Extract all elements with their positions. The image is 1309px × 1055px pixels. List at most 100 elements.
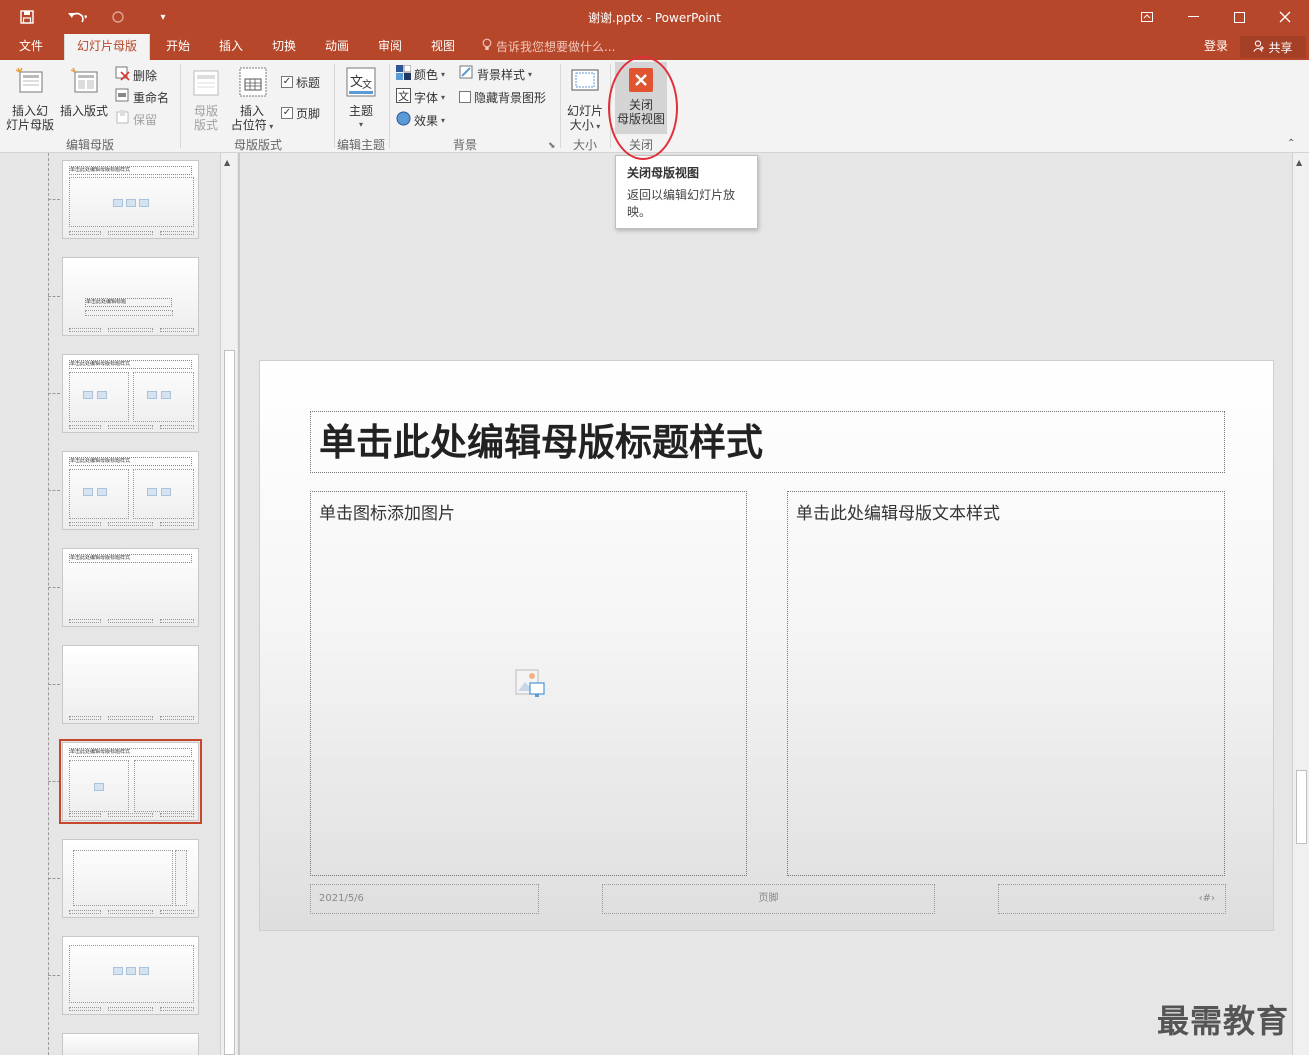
chart-icon [161, 488, 171, 496]
chart-icon [139, 967, 149, 975]
minimize-icon[interactable] [1170, 0, 1216, 34]
tab-slide-master[interactable]: 幻灯片母版 [64, 34, 150, 60]
layout-thumbnail[interactable]: 单击此处编辑母版标题样式 [62, 160, 199, 239]
insert-master-icon [6, 66, 54, 101]
thumbnail-footer [160, 813, 194, 817]
tooltip-title: 关闭母版视图 [627, 166, 700, 180]
insert-placeholder-button[interactable]: 插入 占位符 ▾ [228, 66, 276, 134]
thumbnail-footer [160, 619, 194, 623]
layout-thumbnail[interactable] [62, 936, 199, 1015]
pane-divider[interactable] [238, 153, 240, 1055]
thumbnail-footer [160, 522, 194, 526]
tab-view[interactable]: 视图 [423, 34, 463, 60]
dialog-launcher-icon[interactable]: ⬊ [548, 141, 556, 151]
tell-me-search[interactable]: 告诉我您想要做什么... [482, 34, 615, 60]
title-placeholder[interactable]: 单击此处编辑母版标题样式 [310, 411, 1225, 473]
layout-thumbnail-selected[interactable]: 单击此处编辑母版标题样式 [59, 739, 202, 824]
tab-insert[interactable]: 插入 [211, 34, 251, 60]
thumbnails-scrollbar[interactable]: ▲ [220, 153, 237, 1055]
save-icon[interactable] [14, 6, 40, 28]
date-placeholder[interactable]: 2021/5/6 [310, 884, 539, 914]
colors-button[interactable]: 颜色 ▾ [396, 64, 445, 83]
login-link[interactable]: 登录 [1204, 34, 1228, 58]
thumbnail-footer [108, 231, 153, 235]
master-layout-button[interactable]: 母版 版式 [186, 68, 226, 132]
layout-thumbnail[interactable]: 单击此处编辑母版标题样式 [62, 451, 199, 530]
layout-connector [48, 296, 60, 297]
delete-icon [115, 66, 130, 84]
themes-label: 主题 [348, 104, 373, 118]
chart-icon [113, 967, 123, 975]
tab-review[interactable]: 审阅 [370, 34, 410, 60]
thumbnail-footer [160, 425, 194, 429]
collapse-ribbon-icon[interactable]: ⌃ [1287, 138, 1295, 149]
effects-button[interactable]: 效果 ▾ [396, 111, 445, 129]
layout-thumbnail[interactable] [62, 645, 199, 724]
insert-placeholder-icon [228, 66, 276, 101]
scroll-up-icon[interactable]: ▲ [1296, 158, 1302, 167]
slide-size-label: 幻灯片 大小 ▾ [566, 104, 603, 132]
fonts-icon: 文 [396, 88, 411, 106]
rename-button[interactable]: 重命名 [115, 88, 169, 106]
redo-icon[interactable] [106, 6, 130, 28]
title-checkbox[interactable]: ✓ 标题 [281, 73, 320, 91]
layout-connector [48, 587, 60, 588]
layout-thumbnail[interactable]: 单击此处编辑标题 [62, 257, 199, 336]
thumbnail-footer [69, 716, 101, 720]
person-icon [1253, 39, 1265, 55]
close-master-view-tooltip: 关闭母版视图 返回以编辑幻灯片放映。 [615, 155, 758, 229]
tab-home[interactable]: 开始 [158, 34, 198, 60]
chart-icon [83, 391, 93, 399]
thumbnail-content [85, 310, 173, 316]
layout-thumbnail[interactable] [62, 839, 199, 918]
maximize-icon[interactable] [1216, 0, 1262, 34]
background-styles-button[interactable]: 背景样式 ▾ [459, 65, 532, 83]
themes-button[interactable]: 文文 主题 ▾ [340, 66, 382, 132]
rename-label: 重命名 [133, 90, 170, 105]
undo-icon[interactable]: ▾ [60, 6, 94, 28]
scrollbar-thumb[interactable] [224, 350, 235, 1055]
tab-animations[interactable]: 动画 [317, 34, 357, 60]
tab-transitions[interactable]: 切换 [264, 34, 304, 60]
checkbox-checked-icon: ✓ [281, 76, 293, 88]
tab-file[interactable]: 文件 [10, 34, 52, 60]
background-styles-label: 背景样式 [477, 67, 526, 82]
fonts-button[interactable]: 文 字体 ▾ [396, 88, 445, 106]
close-master-view-button[interactable]: 关闭 母版视图 [615, 62, 667, 134]
preserve-button[interactable]: 保留 [115, 110, 157, 128]
share-button[interactable]: 共享 [1240, 36, 1306, 58]
thumbnail-footer [108, 619, 153, 623]
footer-checkbox[interactable]: ✓ 页脚 [281, 104, 320, 122]
slide-number-placeholder[interactable]: ‹#› [998, 884, 1226, 914]
insert-slide-master-button[interactable]: 插入幻 灯片母版 [6, 66, 54, 132]
thumbnail-footer [69, 910, 101, 914]
close-master-view-label: 关闭 母版视图 [616, 98, 665, 126]
text-placeholder[interactable]: 单击此处编辑母版文本样式 [787, 491, 1225, 876]
hide-background-checkbox[interactable]: 隐藏背景图形 [459, 88, 546, 106]
thumbnail-title: 单击此处编辑母版标题样式 [69, 457, 192, 466]
group-separator [610, 64, 611, 148]
ribbon: 插入幻 灯片母版 插入版式 删除 重命名 保留 编辑母版 母版 版式 插入 占位… [0, 60, 1309, 153]
layout-thumbnail[interactable] [62, 1033, 199, 1055]
slide-size-button[interactable]: 幻灯片 大小 ▾ [563, 66, 607, 134]
layout-thumbnail[interactable]: 单击此处编辑母版标题样式 [62, 354, 199, 433]
layout-connector [48, 878, 60, 879]
insert-picture-icon[interactable] [515, 669, 545, 704]
scrollbar-thumb[interactable] [1296, 770, 1307, 844]
close-window-icon[interactable] [1262, 0, 1308, 34]
scroll-up-icon[interactable]: ▲ [224, 158, 230, 167]
ribbon-display-options-icon[interactable] [1124, 0, 1170, 34]
thumbnail-footer [108, 328, 153, 332]
footer-placeholder[interactable]: 页脚 [602, 884, 935, 914]
footer-checkbox-label: 页脚 [296, 106, 321, 121]
slide-scrollbar[interactable]: ▲ [1292, 153, 1309, 1055]
chart-icon [83, 488, 93, 496]
picture-placeholder[interactable]: 单击图标添加图片 [310, 491, 747, 876]
slide-canvas[interactable]: 单击此处编辑母版标题样式 单击图标添加图片 单击此处编辑母版文本样式 2021/… [259, 360, 1274, 931]
layout-thumbnail[interactable]: 单击此处编辑母版标题样式 [62, 548, 199, 627]
chart-icon [126, 199, 136, 207]
picture-icon [94, 783, 104, 791]
customize-toolbar-icon[interactable]: ▾ [154, 6, 172, 28]
insert-layout-button[interactable]: 插入版式 [58, 66, 110, 118]
delete-button[interactable]: 删除 [115, 66, 157, 84]
